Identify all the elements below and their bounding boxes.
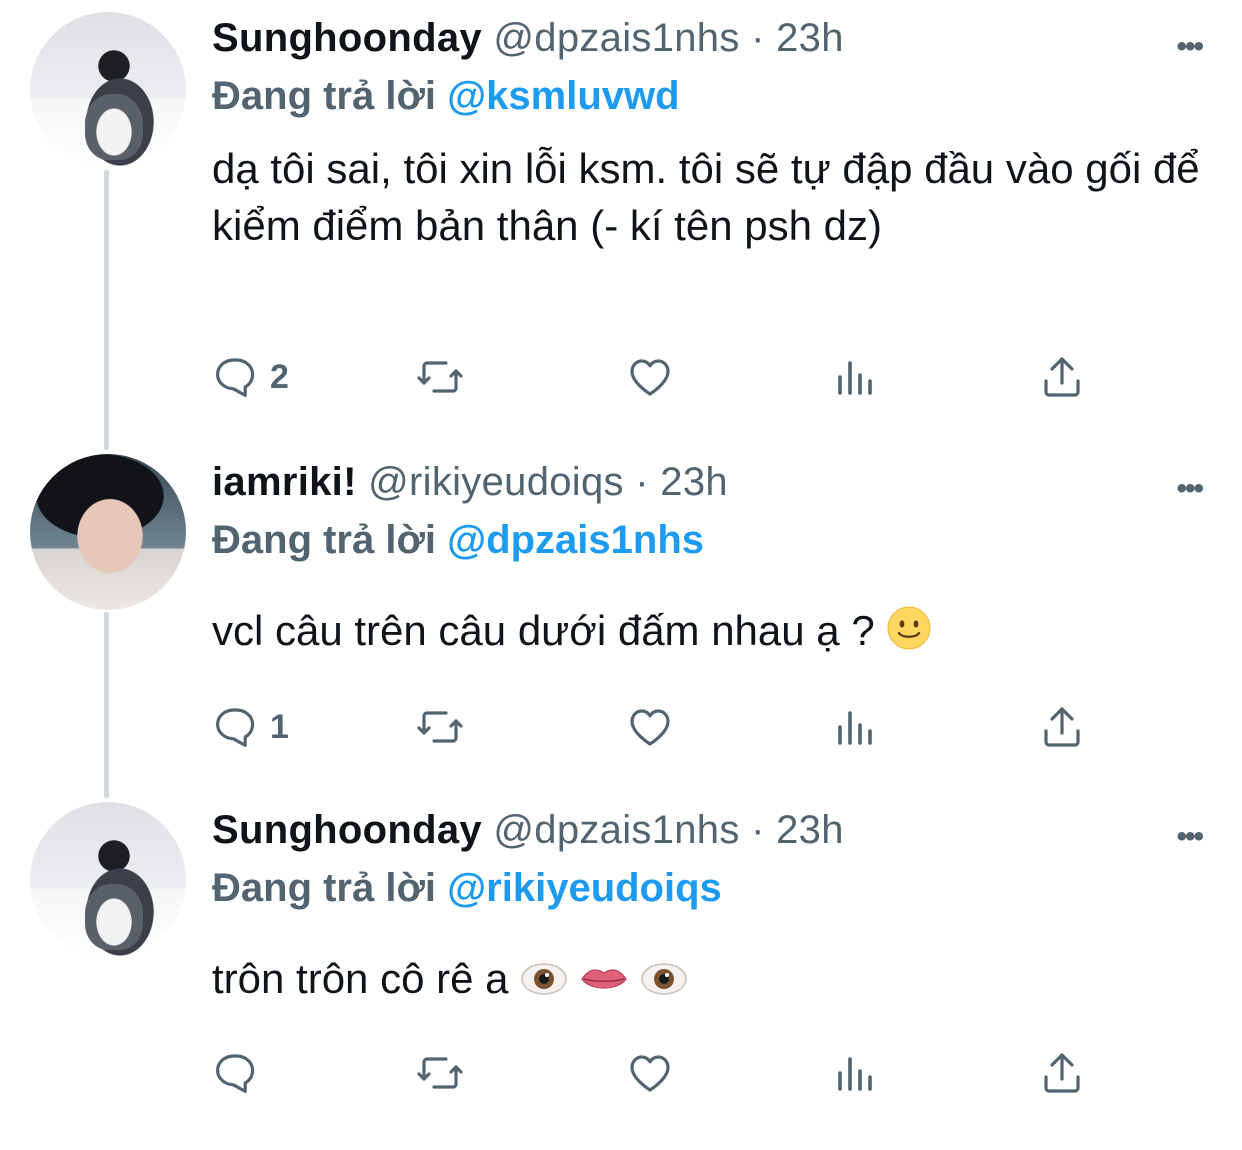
heart-icon [630, 1055, 670, 1092]
display-name[interactable]: Sunghoonday [212, 16, 482, 60]
replying-to: Đang trả lời @ksmluvwd [212, 74, 680, 119]
display-name[interactable]: Sunghoonday [212, 808, 482, 852]
replying-to-label: Đang trả lời [212, 866, 437, 910]
retweet-button[interactable] [416, 1048, 464, 1098]
tweet-text: dạ tôi sai, tôi xin lỗi ksm. tôi sẽ tự đ… [212, 145, 1200, 249]
share-button[interactable] [1038, 1048, 1086, 1098]
tweet-actions: 1 [212, 702, 1112, 762]
tweet[interactable]: Sunghoonday @dpzais1nhs · 23h ••• Đang t… [0, 790, 1242, 1150]
slightly-smiling-face-emoji [887, 606, 931, 650]
lips-emoji [581, 969, 627, 989]
tweet-header: Sunghoonday @dpzais1nhs · 23h [212, 16, 844, 61]
like-button[interactable] [626, 1048, 674, 1098]
mention-link[interactable]: @dpzais1nhs [447, 518, 704, 562]
reply-button[interactable] [212, 1048, 270, 1098]
more-options-icon[interactable]: ••• [1176, 820, 1203, 854]
tweet-text: vcl câu trên câu dưới đấm nhau ạ ? [212, 607, 875, 654]
handle[interactable]: @dpzais1nhs [493, 16, 739, 60]
separator: · [751, 808, 765, 852]
views-button[interactable] [832, 702, 880, 752]
display-name[interactable]: iamriki! [212, 460, 357, 504]
retweet-button[interactable] [416, 702, 464, 752]
timestamp[interactable]: 23h [776, 16, 844, 60]
retweet-icon [417, 361, 463, 393]
replying-to-label: Đang trả lời [212, 518, 437, 562]
reply-count: 2 [270, 357, 289, 396]
share-upload-icon [1044, 357, 1080, 397]
handle[interactable]: @rikiyeudoiqs [368, 460, 624, 504]
speech-bubble-icon [216, 358, 255, 397]
reply-count: 1 [270, 707, 289, 746]
bar-chart-icon [838, 361, 872, 395]
replying-to: Đang trả lời @rikiyeudoiqs [212, 866, 722, 911]
retweet-icon [417, 1057, 463, 1089]
like-button[interactable] [626, 352, 674, 402]
share-button[interactable] [1038, 352, 1086, 402]
tweet-text: trôn trôn cô rê a [212, 955, 509, 1002]
tweet-text-row: vcl câu trên câu dưới đấm nhau ạ ? [212, 602, 1202, 659]
avatar[interactable] [30, 12, 186, 168]
speech-bubble-icon [216, 708, 255, 747]
tweet-actions: 2 [212, 352, 1112, 412]
reply-button[interactable]: 1 [212, 702, 289, 752]
bar-chart-icon [838, 1057, 872, 1091]
bar-chart-icon [838, 711, 872, 745]
replying-to: Đang trả lời @dpzais1nhs [212, 518, 704, 563]
share-upload-icon [1044, 1053, 1080, 1093]
tweet-text-row: trôn trôn cô rê a [212, 950, 1202, 1007]
heart-icon [630, 709, 670, 746]
speech-bubble-icon [216, 1054, 255, 1093]
avatar[interactable] [30, 454, 186, 610]
timestamp[interactable]: 23h [660, 460, 728, 504]
eye-emoji [640, 963, 687, 995]
separator: · [751, 16, 765, 60]
views-button[interactable] [832, 1048, 880, 1098]
like-button[interactable] [626, 702, 674, 752]
views-button[interactable] [832, 352, 880, 402]
tweet[interactable]: iamriki! @rikiyeudoiqs · 23h ••• Đang tr… [0, 442, 1242, 802]
more-options-icon[interactable]: ••• [1176, 30, 1203, 64]
timestamp[interactable]: 23h [776, 808, 844, 852]
tweet-header: Sunghoonday @dpzais1nhs · 23h [212, 808, 844, 853]
share-upload-icon [1044, 707, 1080, 747]
handle[interactable]: @dpzais1nhs [493, 808, 739, 852]
heart-icon [630, 359, 670, 396]
retweet-button[interactable] [416, 352, 464, 402]
eye-emoji [521, 963, 567, 995]
separator: · [635, 460, 649, 504]
mention-link[interactable]: @ksmluvwd [447, 74, 679, 118]
replying-to-label: Đang trả lời [212, 74, 437, 118]
tweet[interactable]: Sunghoonday @dpzais1nhs · 23h ••• Đang t… [0, 0, 1242, 397]
retweet-icon [417, 711, 463, 743]
share-button[interactable] [1038, 702, 1086, 752]
more-options-icon[interactable]: ••• [1176, 472, 1203, 506]
avatar[interactable] [30, 802, 186, 958]
tweet-header: iamriki! @rikiyeudoiqs · 23h [212, 460, 728, 505]
reply-button[interactable]: 2 [212, 352, 289, 402]
mention-link[interactable]: @rikiyeudoiqs [447, 866, 722, 910]
tweet-actions [212, 1048, 1112, 1108]
